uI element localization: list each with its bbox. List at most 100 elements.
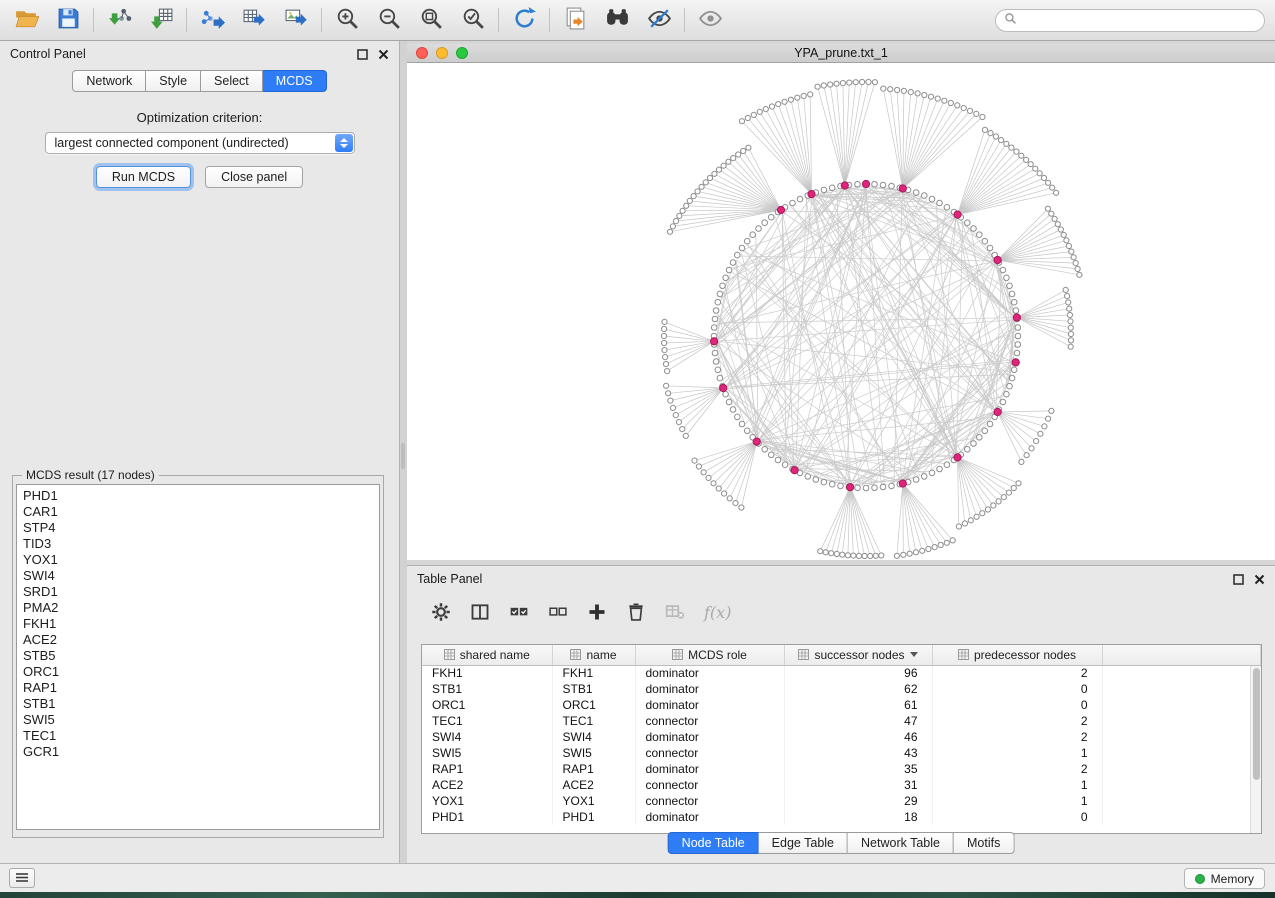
- table-row[interactable]: FKH1FKH1dominator962: [422, 665, 1261, 681]
- search-field[interactable]: [995, 9, 1265, 32]
- mcds-result-title: MCDS result (17 nodes): [22, 468, 159, 482]
- network-titlebar[interactable]: YPA_prune.txt_1: [407, 44, 1275, 63]
- select-all-button[interactable]: [509, 602, 529, 622]
- network-window: YPA_prune.txt_1: [407, 44, 1275, 560]
- mcds-result-item[interactable]: STP4: [23, 520, 379, 536]
- mcds-result-item[interactable]: ORC1: [23, 664, 379, 680]
- zoom-fit-button[interactable]: [415, 5, 447, 35]
- table-header-row: shared name name MCDS role successor nod…: [422, 645, 1261, 665]
- mcds-result-item[interactable]: PMA2: [23, 600, 379, 616]
- table-row[interactable]: TEC1TEC1connector472: [422, 713, 1261, 729]
- close-window-icon[interactable]: [416, 47, 428, 59]
- table-row[interactable]: YOX1YOX1connector291: [422, 793, 1261, 809]
- mcds-result-item[interactable]: TID3: [23, 536, 379, 552]
- function-builder-button[interactable]: f(x): [704, 603, 731, 622]
- zoom-selected-button[interactable]: [457, 5, 489, 35]
- tab-network-table[interactable]: Network Table: [848, 832, 954, 854]
- run-mcds-button[interactable]: Run MCDS: [96, 166, 191, 188]
- column-header-predecessor-nodes[interactable]: predecessor nodes: [932, 645, 1102, 665]
- column-header-name[interactable]: name: [552, 645, 635, 665]
- table-row[interactable]: STB1STB1dominator620: [422, 681, 1261, 697]
- vertical-splitter[interactable]: [400, 41, 407, 863]
- splitter-grip[interactable]: [401, 443, 405, 469]
- zoom-in-button[interactable]: [331, 5, 363, 35]
- table-row[interactable]: SWI5SWI5connector431: [422, 745, 1261, 761]
- column-header-shared-name[interactable]: shared name: [422, 645, 552, 665]
- tab-motifs[interactable]: Motifs: [954, 832, 1014, 854]
- close-panel-button[interactable]: Close panel: [205, 166, 303, 188]
- save-icon: [56, 6, 81, 34]
- tab-network[interactable]: Network: [72, 70, 146, 92]
- control-panel-tabs: Network Style Select MCDS: [0, 70, 399, 92]
- mcds-result-item[interactable]: YOX1: [23, 552, 379, 568]
- find-button[interactable]: [601, 5, 633, 35]
- mcds-result-item[interactable]: TEC1: [23, 728, 379, 744]
- column-settings-button[interactable]: [431, 602, 451, 622]
- float-panel-icon[interactable]: [357, 49, 368, 60]
- column-type-icon: [798, 649, 809, 660]
- float-panel-icon[interactable]: [1233, 574, 1244, 585]
- memory-button[interactable]: Memory: [1184, 868, 1265, 889]
- import-network-button[interactable]: [103, 5, 135, 35]
- mcds-result-item[interactable]: SRD1: [23, 584, 379, 600]
- show-columns-button[interactable]: [470, 602, 490, 622]
- mcds-result-item[interactable]: STB1: [23, 696, 379, 712]
- table-panel-header: Table Panel: [407, 566, 1275, 586]
- table-panel-title: Table Panel: [417, 572, 482, 586]
- table-row[interactable]: ACE2ACE2connector311: [422, 777, 1261, 793]
- mcds-result-item[interactable]: GCR1: [23, 744, 379, 760]
- table-row[interactable]: ORC1ORC1dominator610: [422, 697, 1261, 713]
- table-row[interactable]: SWI4SWI4dominator462: [422, 729, 1261, 745]
- import-table-button[interactable]: [145, 5, 177, 35]
- open-file-button[interactable]: [10, 5, 42, 35]
- mcds-result-item[interactable]: PHD1: [23, 488, 379, 504]
- toolbar-separator: [549, 8, 550, 32]
- close-panel-icon[interactable]: [378, 49, 389, 60]
- column-header-successor-nodes[interactable]: successor nodes: [784, 645, 932, 665]
- search-input[interactable]: [1022, 13, 1256, 27]
- status-menu-button[interactable]: [9, 868, 35, 888]
- table-row[interactable]: PHD1PHD1dominator180: [422, 809, 1261, 825]
- table-delete-icon: [665, 602, 685, 622]
- maximize-window-icon[interactable]: [456, 47, 468, 59]
- network-canvas[interactable]: [407, 63, 1275, 560]
- show-all-button[interactable]: [694, 5, 726, 35]
- export-image-button[interactable]: [280, 5, 312, 35]
- mcds-result-item[interactable]: STB5: [23, 648, 379, 664]
- tab-select[interactable]: Select: [201, 70, 263, 92]
- tab-mcds[interactable]: MCDS: [263, 70, 327, 92]
- mcds-result-item[interactable]: RAP1: [23, 680, 379, 696]
- delete-table-button-disabled[interactable]: [665, 602, 685, 622]
- delete-column-button[interactable]: [626, 602, 646, 622]
- export-network-button[interactable]: [196, 5, 228, 35]
- node-table-container: shared name name MCDS role successor nod…: [421, 644, 1262, 834]
- mcds-result-item[interactable]: SWI4: [23, 568, 379, 584]
- close-panel-icon[interactable]: [1254, 574, 1265, 585]
- add-column-button[interactable]: [587, 602, 607, 622]
- refresh-button[interactable]: [508, 5, 540, 35]
- deselect-all-button[interactable]: [548, 602, 568, 622]
- mcds-result-item[interactable]: SWI5: [23, 712, 379, 728]
- scrollbar-thumb[interactable]: [1253, 668, 1260, 780]
- hide-selected-button[interactable]: [643, 5, 675, 35]
- columns-icon: [470, 602, 490, 622]
- tab-edge-table[interactable]: Edge Table: [759, 832, 848, 854]
- column-header-mcds-role[interactable]: MCDS role: [635, 645, 784, 665]
- network-graph[interactable]: [407, 63, 1275, 560]
- clone-network-button[interactable]: [559, 5, 591, 35]
- mcds-result-item[interactable]: CAR1: [23, 504, 379, 520]
- mcds-result-item[interactable]: ACE2: [23, 632, 379, 648]
- tab-style[interactable]: Style: [146, 70, 201, 92]
- save-button[interactable]: [52, 5, 84, 35]
- search-icon: [1004, 12, 1017, 28]
- toolbar-separator: [93, 8, 94, 32]
- table-row[interactable]: RAP1RAP1dominator352: [422, 761, 1261, 777]
- mcds-result-item[interactable]: FKH1: [23, 616, 379, 632]
- zoom-out-button[interactable]: [373, 5, 405, 35]
- export-table-button[interactable]: [238, 5, 270, 35]
- tab-node-table[interactable]: Node Table: [668, 832, 759, 854]
- table-scrollbar[interactable]: [1250, 666, 1261, 833]
- criterion-dropdown[interactable]: largest connected component (undirected): [45, 132, 355, 154]
- minimize-window-icon[interactable]: [436, 47, 448, 59]
- node-table: shared name name MCDS role successor nod…: [422, 645, 1261, 825]
